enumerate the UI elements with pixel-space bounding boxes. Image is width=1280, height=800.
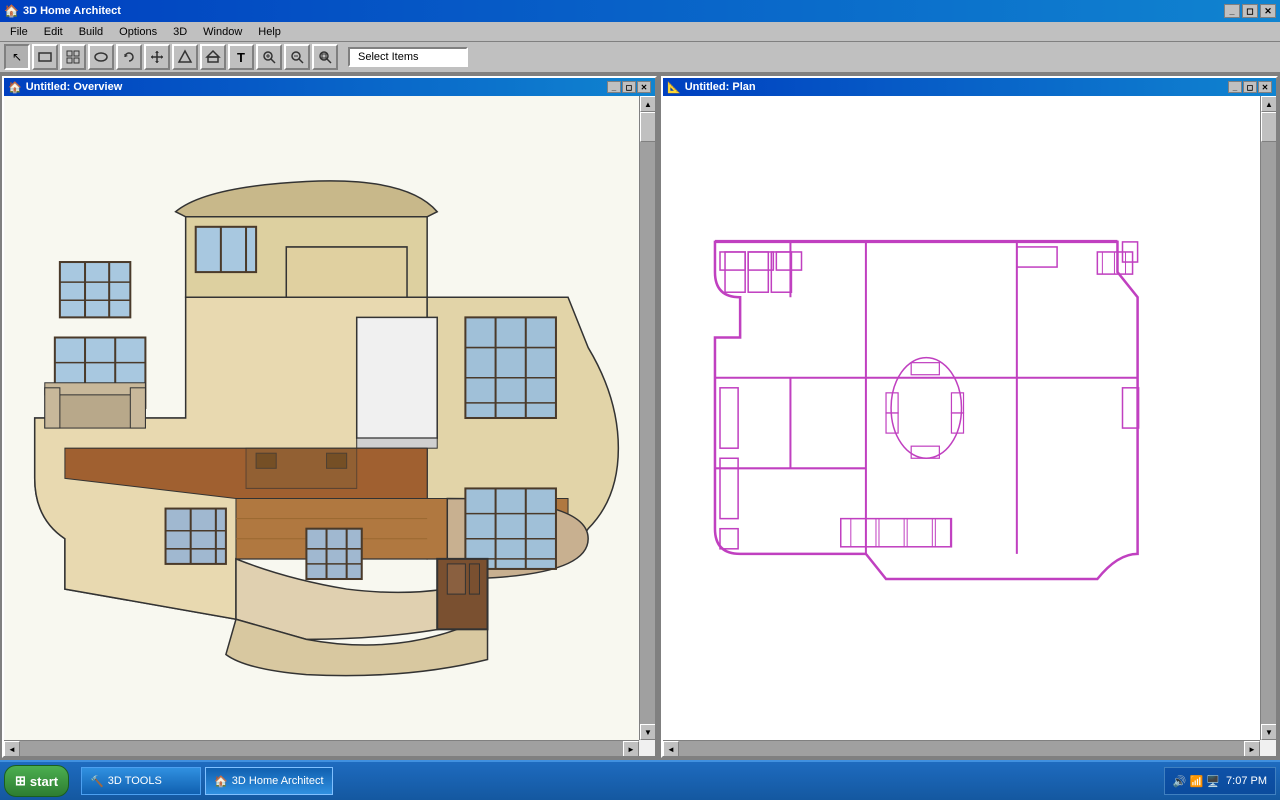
plan-scroll-up[interactable]: ▲: [1261, 96, 1276, 112]
overview-window: 🏠 Untitled: Overview _ ◻ ✕: [2, 76, 657, 758]
plan-scroll-right[interactable]: ►: [1244, 741, 1260, 756]
wall-tool-button[interactable]: [32, 44, 58, 70]
menu-window[interactable]: Window: [195, 24, 250, 40]
plan-title-bar: 📐 Untitled: Plan _ ◻ ✕: [663, 78, 1276, 96]
restore-button[interactable]: ◻: [1242, 4, 1258, 18]
clock: 7:07 PM: [1226, 775, 1267, 787]
menu-build[interactable]: Build: [71, 24, 111, 40]
overview-title-bar: 🏠 Untitled: Overview _ ◻ ✕: [4, 78, 655, 96]
overview-scroll-down[interactable]: ▼: [640, 724, 655, 740]
start-icon: ⊞: [15, 773, 26, 789]
plan-minimize[interactable]: _: [1228, 81, 1242, 93]
select-items-label: Select Items: [348, 47, 468, 67]
main-area: 🏠 Untitled: Overview _ ◻ ✕: [0, 74, 1280, 760]
title-bar: 🏠 3D Home Architect _ ◻ ✕: [0, 0, 1280, 22]
plan-title: Untitled: Plan: [685, 81, 756, 93]
plan-scrollbar-v[interactable]: ▲ ▼: [1260, 96, 1276, 740]
minimize-button[interactable]: _: [1224, 4, 1240, 18]
close-button[interactable]: ✕: [1260, 4, 1276, 18]
taskbar: ⊞ start 🔨 3D TOOLS 🏠 3D Home Architect 🔊…: [0, 760, 1280, 800]
overview-scroll-track-h[interactable]: [20, 741, 623, 756]
floor-plan-view: [663, 96, 1260, 740]
select-tool-button[interactable]: ↖: [4, 44, 30, 70]
plan-restore[interactable]: ◻: [1243, 81, 1257, 93]
overview-scroll-up[interactable]: ▲: [640, 96, 655, 112]
oval-tool-button[interactable]: [88, 44, 114, 70]
plan-title-controls: _ ◻ ✕: [1228, 81, 1272, 93]
plan-scroll-thumb-v[interactable]: [1261, 112, 1276, 142]
toolbar: ↖ T Select Items: [0, 42, 1280, 74]
overview-scroll-right[interactable]: ►: [623, 741, 639, 756]
tray-icons: 🔊 📶 🖥️: [1173, 775, 1220, 788]
overview-content: ▲ ▼ ◄ ►: [4, 96, 655, 756]
roof-tool-button[interactable]: [200, 44, 226, 70]
app-title: 3D Home Architect: [23, 5, 121, 17]
3d-tools-label: 3D TOOLS: [108, 775, 162, 787]
title-bar-controls: _ ◻ ✕: [1224, 4, 1276, 18]
start-button[interactable]: ⊞ start: [4, 765, 69, 797]
zoom-in-button[interactable]: [256, 44, 282, 70]
plan-content: ▲ ▼ ◄ ►: [663, 96, 1276, 756]
home-architect-icon: 🏠: [214, 775, 228, 788]
overview-scrollbar-h[interactable]: ◄ ►: [4, 740, 639, 756]
menu-help[interactable]: Help: [250, 24, 289, 40]
plan-window: 📐 Untitled: Plan _ ◻ ✕: [661, 76, 1278, 758]
3d-tools-icon: 🔨: [90, 775, 104, 788]
zoom-out-button[interactable]: [284, 44, 310, 70]
move-tool-button[interactable]: [144, 44, 170, 70]
plan-close[interactable]: ✕: [1258, 81, 1272, 93]
menu-file[interactable]: File: [2, 24, 36, 40]
overview-scroll-track-v[interactable]: [640, 112, 655, 724]
overview-restore[interactable]: ◻: [622, 81, 636, 93]
plan-scroll-track-h[interactable]: [679, 741, 1244, 756]
start-label: start: [30, 774, 58, 789]
taskbar-home-architect[interactable]: 🏠 3D Home Architect: [205, 767, 332, 795]
overview-title: Untitled: Overview: [26, 81, 123, 93]
menu-3d[interactable]: 3D: [165, 24, 195, 40]
app-icon: 🏠: [4, 4, 19, 18]
home-architect-label: 3D Home Architect: [232, 775, 324, 787]
text-tool-button[interactable]: T: [228, 44, 254, 70]
plan-scroll-left[interactable]: ◄: [663, 741, 679, 756]
grid-tool-button[interactable]: [60, 44, 86, 70]
menu-edit[interactable]: Edit: [36, 24, 71, 40]
system-tray: 🔊 📶 🖥️ 7:07 PM: [1164, 767, 1276, 795]
overview-scrollbar-v[interactable]: ▲ ▼: [639, 96, 655, 740]
overview-minimize[interactable]: _: [607, 81, 621, 93]
overview-scroll-thumb-v[interactable]: [640, 112, 655, 142]
overview-title-controls: _ ◻ ✕: [607, 81, 651, 93]
plan-scroll-track-v[interactable]: [1261, 112, 1276, 724]
plan-icon: 📐: [667, 81, 681, 94]
terrain-tool-button[interactable]: [172, 44, 198, 70]
overview-scroll-left[interactable]: ◄: [4, 741, 20, 756]
taskbar-3d-tools[interactable]: 🔨 3D TOOLS: [81, 767, 201, 795]
rotate-tool-button[interactable]: [116, 44, 142, 70]
overview-close[interactable]: ✕: [637, 81, 651, 93]
overview-icon: 🏠: [8, 81, 22, 94]
plan-scroll-down[interactable]: ▼: [1261, 724, 1276, 740]
menu-bar: File Edit Build Options 3D Window Help: [0, 22, 1280, 42]
plan-scrollbar-h[interactable]: ◄ ►: [663, 740, 1260, 756]
zoom-window-button[interactable]: [312, 44, 338, 70]
menu-options[interactable]: Options: [111, 24, 165, 40]
house-3d-view: [4, 96, 639, 740]
